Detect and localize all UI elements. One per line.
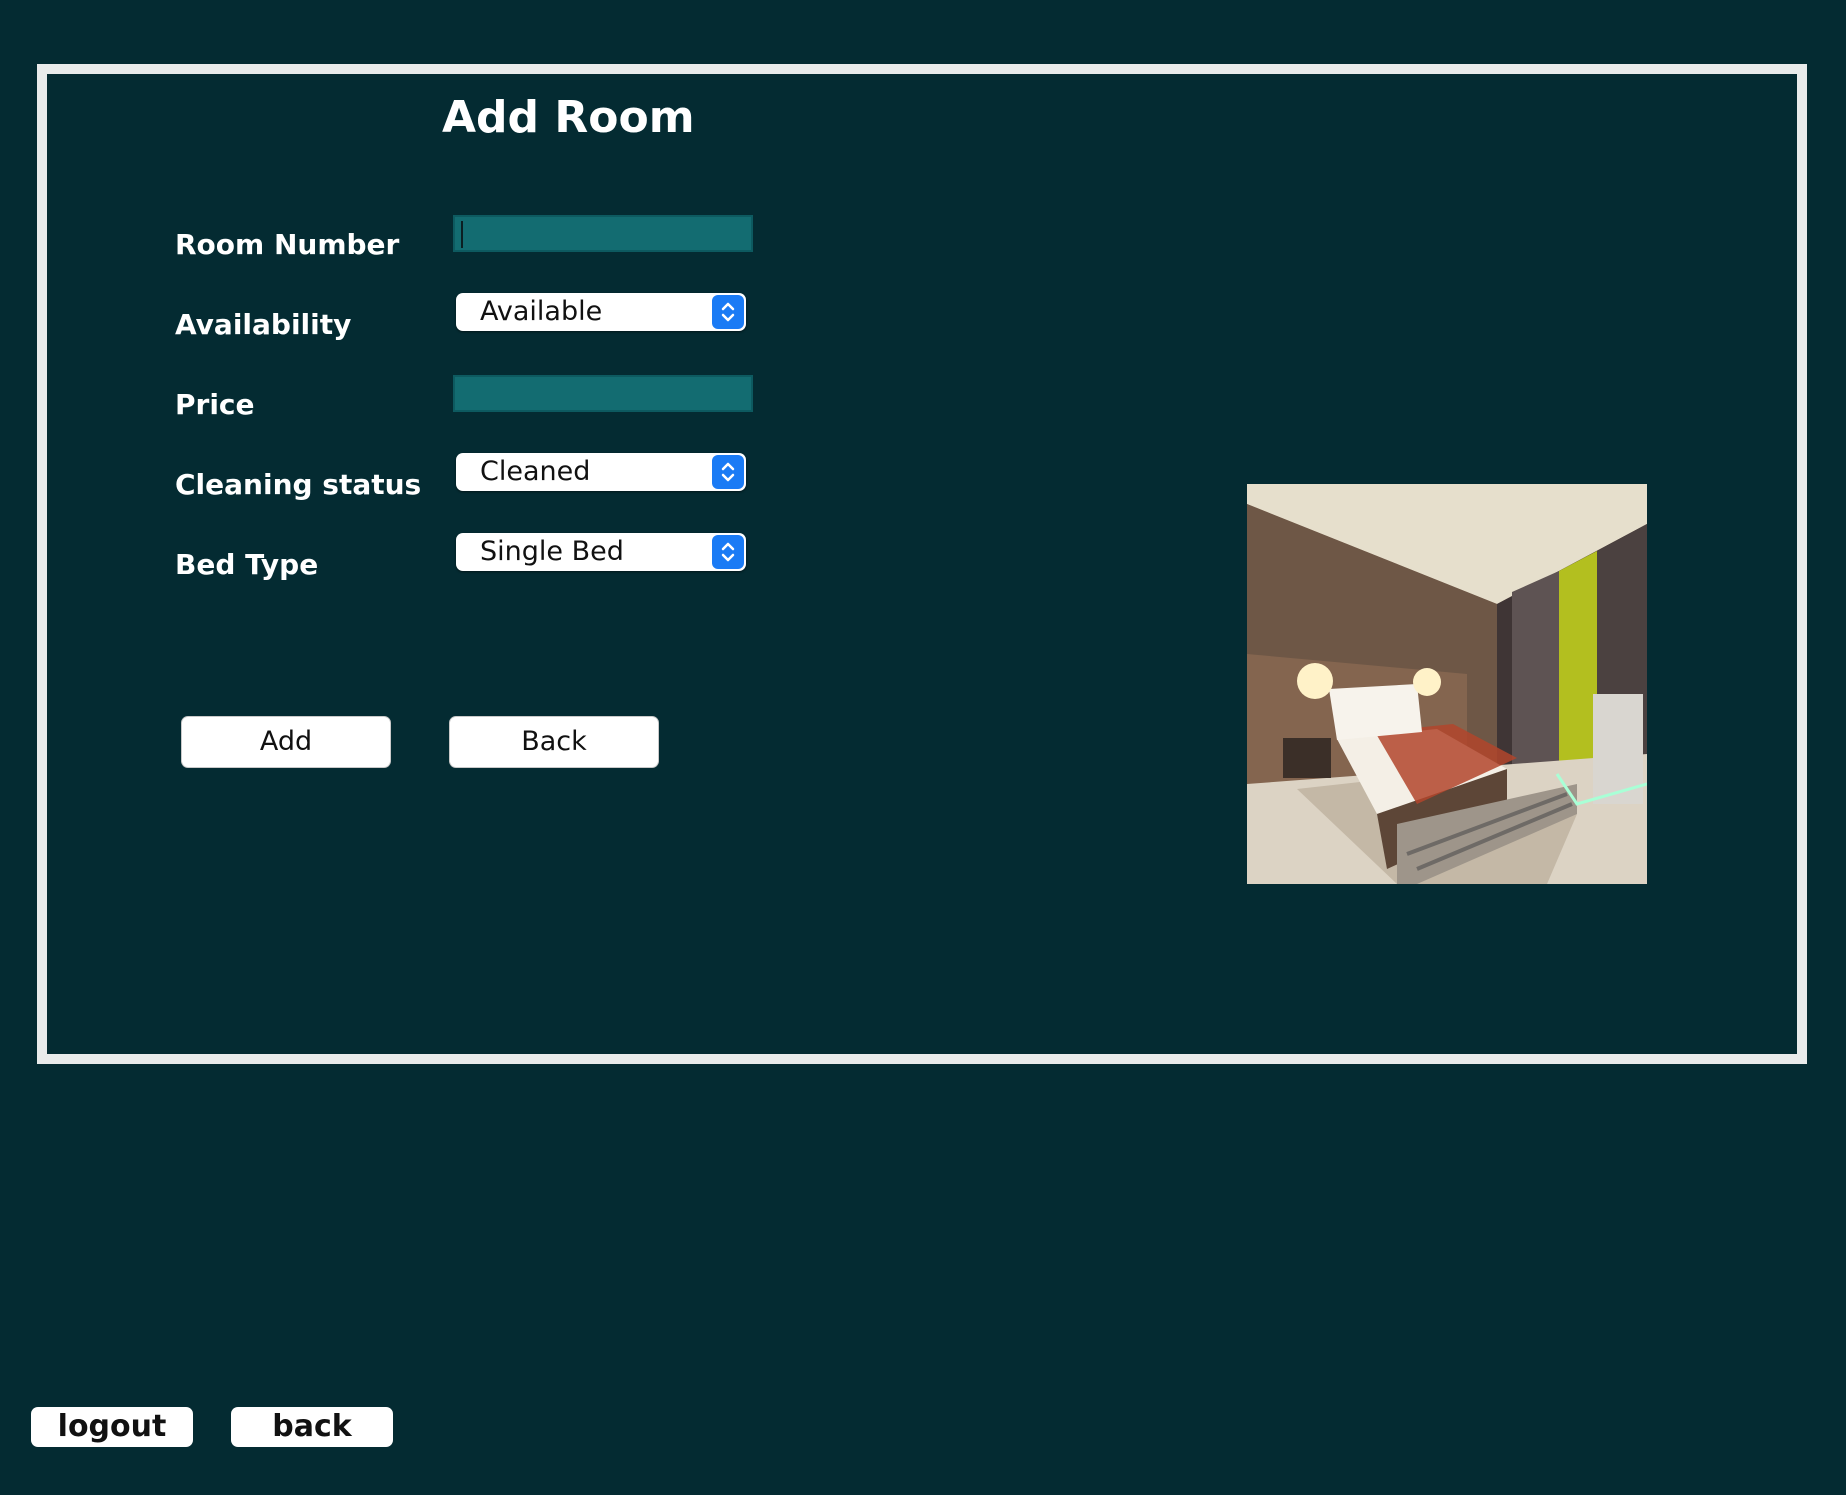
cleaning-status-selected-value: Cleaned	[480, 456, 591, 487]
add-room-panel: Add Room Room Number Availability Availa…	[37, 64, 1807, 1064]
availability-label: Availability	[175, 308, 352, 341]
chevron-up-down-icon[interactable]	[712, 455, 744, 489]
availability-select[interactable]: Available	[456, 293, 746, 331]
cleaning-status-select[interactable]: Cleaned	[456, 453, 746, 491]
back-button[interactable]: Back	[449, 716, 659, 768]
bed-type-label: Bed Type	[175, 548, 319, 581]
availability-selected-value: Available	[480, 296, 603, 327]
price-label: Price	[175, 388, 255, 421]
footer-back-button[interactable]: back	[231, 1407, 393, 1447]
price-input[interactable]	[453, 375, 753, 412]
logout-button[interactable]: logout	[31, 1407, 193, 1447]
bed-type-select[interactable]: Single Bed	[456, 533, 746, 571]
room-number-label: Room Number	[175, 228, 400, 261]
cleaning-status-label: Cleaning status	[175, 468, 422, 501]
add-button[interactable]: Add	[181, 716, 391, 768]
chevron-up-down-icon[interactable]	[712, 295, 744, 329]
room-photo	[1247, 484, 1647, 884]
room-number-input[interactable]	[453, 215, 753, 252]
page-title: Add Room	[442, 92, 695, 143]
chevron-up-down-icon[interactable]	[712, 535, 744, 569]
text-cursor	[461, 221, 463, 248]
bed-type-selected-value: Single Bed	[480, 536, 624, 567]
